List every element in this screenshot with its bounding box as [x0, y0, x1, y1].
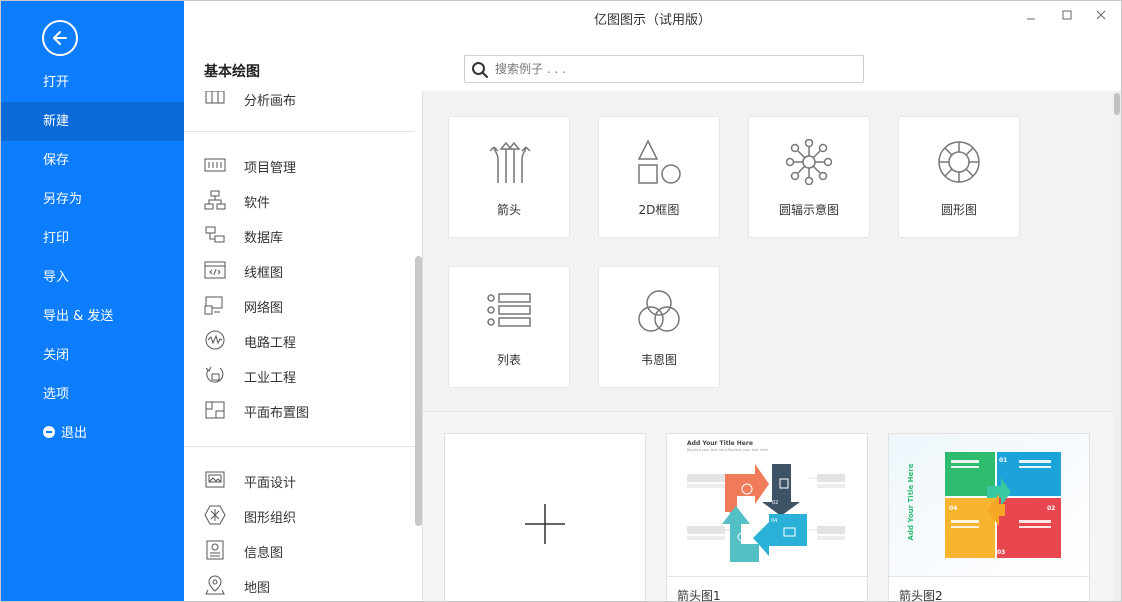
nav-new[interactable]: 新建	[1, 102, 184, 141]
scrollbar-thumb[interactable]	[1114, 93, 1120, 115]
tile-radial[interactable]: 圆辐示意图	[748, 116, 870, 238]
category-floor-plan[interactable]: 平面布置图	[184, 393, 415, 428]
category-graphic-organizer[interactable]: 图形组织	[184, 498, 415, 533]
canvas-icon	[205, 91, 225, 104]
category-industrial[interactable]: 工业工程	[184, 358, 415, 393]
template-card-arrow-1[interactable]: Add Your Title Here Replace your text he…	[666, 433, 868, 601]
tile-list[interactable]: 列表	[448, 266, 570, 388]
close-icon	[1096, 10, 1106, 20]
nav-exit[interactable]: 退出	[1, 414, 184, 453]
nav-options[interactable]: 选项	[1, 375, 184, 414]
nav-close[interactable]: 关闭	[1, 336, 184, 375]
category-database[interactable]: 数据库	[184, 218, 415, 253]
file-nav: 打开 新建 保存 另存为 打印 导入 导出 & 发送 关闭 选项 退出	[1, 1, 184, 601]
hierarchy-icon	[204, 190, 226, 210]
template-thumbnail: Add Your Title Here Replace your text he…	[667, 434, 867, 576]
arrow-left-icon	[53, 31, 67, 45]
nav-export-send[interactable]: 导出 & 发送	[1, 297, 184, 336]
category-map[interactable]: 地图	[184, 568, 415, 601]
quadrant-arrow-diagram: 01 02 03 04	[889, 434, 1089, 576]
category-network[interactable]: 网络图	[184, 288, 415, 323]
svg-text:03: 03	[997, 549, 1005, 556]
new-blank-card[interactable]	[444, 433, 646, 601]
nav-save-as[interactable]: 另存为	[1, 180, 184, 219]
tile-arrows[interactable]: 箭头	[448, 116, 570, 238]
svg-text:03: 03	[757, 518, 763, 524]
tile-venn[interactable]: 韦恩图	[598, 266, 720, 388]
venn-icon	[638, 290, 680, 332]
back-button[interactable]	[42, 20, 78, 56]
gantt-icon	[204, 158, 226, 172]
app-window: 打开 新建 保存 另存为 打印 导入 导出 & 发送 关闭 选项 退出 亿图图示…	[0, 0, 1122, 602]
maximize-button[interactable]	[1057, 7, 1077, 25]
category-wireframe[interactable]: 线框图	[184, 253, 415, 288]
circular-icon	[938, 141, 980, 183]
minus-circle-icon	[43, 426, 55, 438]
svg-text:02: 02	[1047, 505, 1055, 512]
arrows-icon	[489, 141, 531, 183]
category-software[interactable]: 软件	[184, 183, 415, 218]
divider	[184, 131, 415, 132]
image-icon	[205, 471, 225, 488]
minimize-button[interactable]	[1021, 7, 1041, 25]
template-caption: 箭头图2	[889, 576, 1089, 601]
category-analysis-canvas[interactable]: 分析画布	[184, 91, 415, 116]
title-bar: 亿图图示（试用版）	[184, 1, 1121, 33]
minimize-icon	[1027, 18, 1035, 20]
svg-text:01: 01	[739, 499, 745, 505]
template-thumbnail: 01 02 03 04 Add Your Title Here	[889, 434, 1089, 576]
template-heading-vertical: Add Your Title Here	[907, 463, 915, 541]
plus-icon	[525, 504, 565, 544]
arrow-cycle-diagram: 01 02 04 03	[687, 464, 845, 562]
search-icon	[472, 62, 489, 79]
category-scrollbar[interactable]	[415, 256, 422, 526]
content-scrollbar[interactable]	[1113, 91, 1121, 601]
maximize-icon	[1062, 10, 1072, 20]
nav-save[interactable]: 保存	[1, 141, 184, 180]
category-list: 分析画布 项目管理 软件 数据库 线框图 网络图 电路工程 工业工程 平面布置图…	[184, 91, 415, 601]
divider	[184, 446, 415, 447]
search-input[interactable]	[495, 60, 855, 78]
search-box[interactable]	[464, 55, 864, 83]
section-title: 基本绘图	[204, 64, 260, 80]
nav-import[interactable]: 导入	[1, 258, 184, 297]
close-window-button[interactable]	[1091, 7, 1111, 25]
template-card-arrow-2[interactable]: 01 02 03 04 Add Your Title Here 箭头图2	[888, 433, 1090, 601]
circuit-icon	[205, 330, 225, 350]
code-window-icon	[204, 261, 226, 279]
svg-text:04: 04	[949, 505, 957, 512]
infographic-icon	[206, 540, 224, 560]
svg-text:02: 02	[772, 500, 778, 506]
floor-plan-icon	[205, 401, 225, 419]
shapes-2d-icon	[637, 139, 681, 184]
tile-2d-block[interactable]: 2D框图	[598, 116, 720, 238]
category-infographic[interactable]: 信息图	[184, 533, 415, 568]
list-icon	[487, 293, 531, 327]
category-project-management[interactable]: 项目管理	[184, 148, 415, 183]
nav-print[interactable]: 打印	[1, 219, 184, 258]
category-graphic-design[interactable]: 平面设计	[184, 463, 415, 498]
tile-circular[interactable]: 圆形图	[898, 116, 1020, 238]
database-icon	[205, 226, 225, 243]
organizer-icon	[204, 505, 226, 525]
nav-open[interactable]: 打开	[1, 63, 184, 102]
window-title: 亿图图示（试用版）	[593, 13, 711, 28]
network-icon	[204, 296, 223, 315]
map-pin-icon	[205, 575, 225, 595]
industrial-icon	[205, 366, 224, 383]
radial-icon	[786, 139, 832, 185]
svg-text:01: 01	[999, 457, 1007, 464]
category-circuit[interactable]: 电路工程	[184, 323, 415, 358]
svg-text:04: 04	[771, 518, 777, 524]
template-caption: 箭头图1	[667, 576, 867, 601]
